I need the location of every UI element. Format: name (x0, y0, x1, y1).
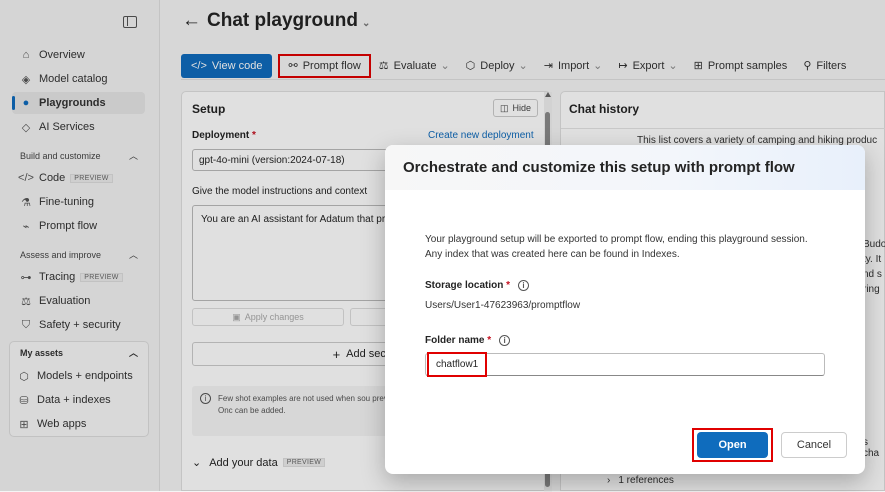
cancel-button[interactable]: Cancel (781, 432, 847, 458)
open-button[interactable]: Open (697, 432, 768, 458)
info-icon[interactable]: i (518, 280, 530, 291)
dialog-message: Your playground setup will be exported t… (425, 234, 808, 260)
prompt-flow-dialog: Orchestrate and customize this setup wit… (385, 145, 865, 474)
folder-name-label: Folder name * i (425, 335, 511, 346)
info-icon[interactable]: i (499, 335, 511, 346)
folder-name-value[interactable]: chatflow1 (427, 352, 487, 377)
dialog-title: Orchestrate and customize this setup wit… (385, 145, 865, 190)
storage-location-label: Storage location * i (425, 280, 530, 291)
storage-location-value: Users/User1-47623963/promptflow (425, 300, 581, 311)
